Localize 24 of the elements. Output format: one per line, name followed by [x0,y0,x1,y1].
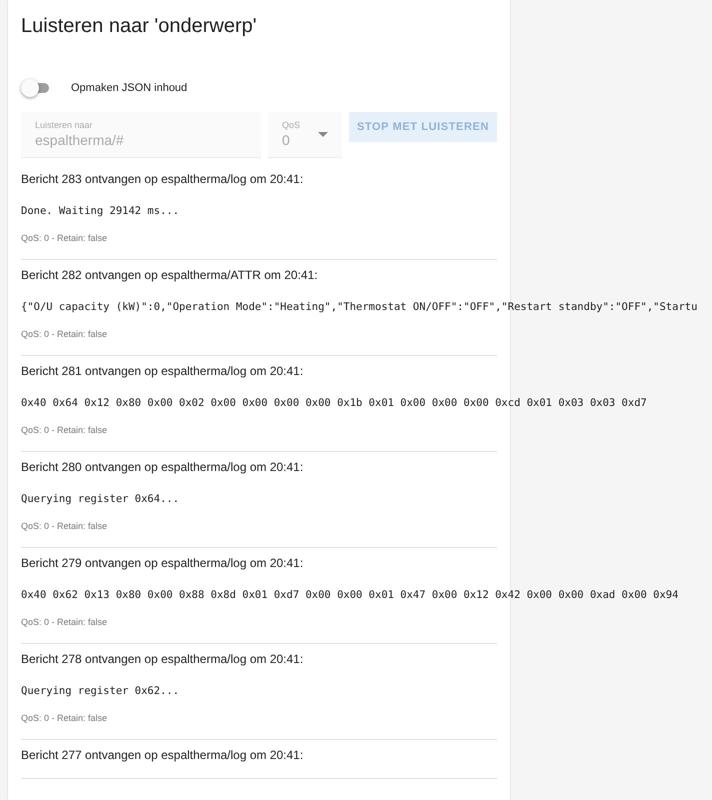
message-meta: QoS: 0 - Retain: false [21,712,108,724]
format-switch[interactable] [21,79,51,97]
message-meta: QoS: 0 - Retain: false [21,424,108,436]
switch-label: Opmaken JSON inhoud [71,82,188,94]
page-title: Luisteren naar 'onderwerp' [21,14,258,39]
message-payload: Querying register 0x64... [21,492,180,506]
message-header: Bericht 277 ontvangen op espaltherma/log om 20:41: [21,747,304,763]
message-meta: QoS: 0 - Retain: false [21,520,108,532]
message-meta: QoS: 0 - Retain: false [21,328,108,340]
message-meta: QoS: 0 - Retain: false [21,232,108,244]
message-payload: Done. Waiting 29142 ms... [21,204,180,218]
message-header: Bericht 278 ontvangen op espaltherma/log om 20:41: [21,651,304,667]
message-header: Bericht 283 ontvangen op espaltherma/log om 20:41: [21,171,304,187]
message-payload: 0x40 0x62 0x13 0x80 0x00 0x88 0x8d 0x01 0xd7 0x00 0x00 0x01 0x47 0x00 0x12 0x42 0x00 0x00 0xad 0x00 0x94 [21,588,678,602]
message-header: Bericht 282 ontvangen op espaltherma/ATTR om 20:41: [21,267,319,283]
message-payload: 0x40 0x64 0x12 0x80 0x00 0x02 0x00 0x00 0x00 0x00 0x1b 0x01 0x00 0x00 0x00 0xcd 0x01 0x03 0x03 0xd7 [21,396,647,410]
message-header: Bericht 281 ontvangen op espaltherma/log om 20:41: [21,363,304,379]
message-payload: {"O/U capacity (kW)":0,"Operation Mode":"Heating","Thermostat ON/OFF":"OFF","Restart standby":"OFF","Startu [21,300,698,314]
message-header: Bericht 280 ontvangen op espaltherma/log om 20:41: [21,459,304,475]
caret-icon [318,132,328,137]
message-payload: Querying register 0x62... [21,684,180,698]
message-meta: QoS: 0 - Retain: false [21,616,108,628]
message-header: Bericht 279 ontvangen op espaltherma/log om 20:41: [21,555,304,571]
stop-listening-button[interactable]: STOP MET LUISTEREN [348,112,497,142]
